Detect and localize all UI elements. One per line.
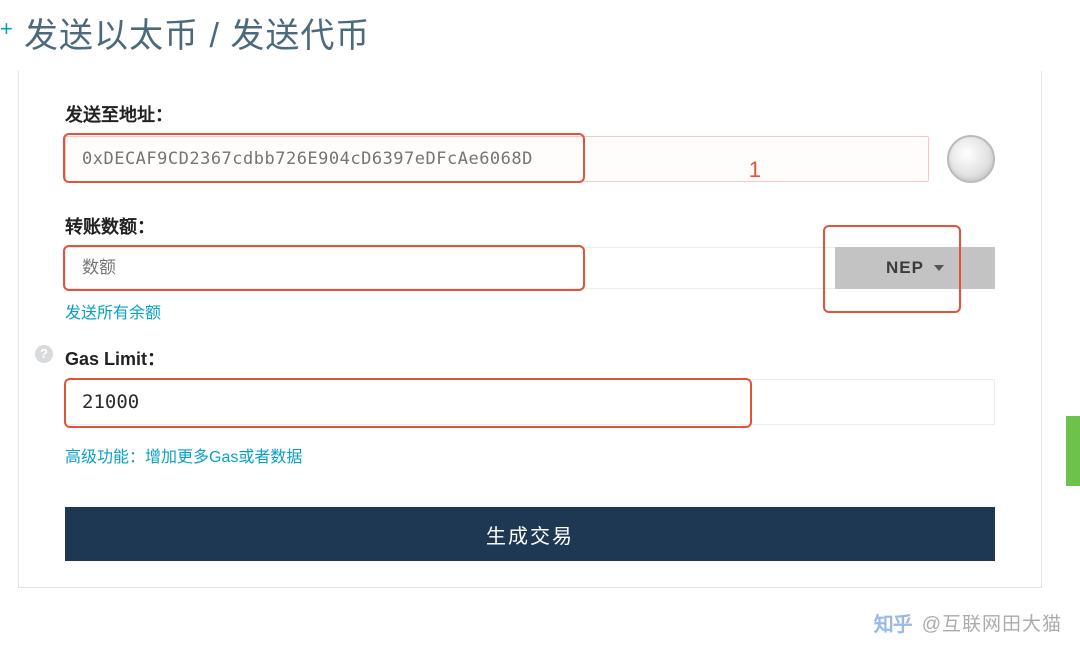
identicon-avatar [947,135,995,183]
currency-dropdown[interactable]: NEP [835,247,995,289]
address-field: 发送至地址： 1 [65,101,995,183]
advanced-gas-link[interactable]: 高级功能：增加更多Gas或者数据 [65,443,302,467]
gas-limit-input[interactable] [66,380,994,424]
watermark-author: @互联网田大猫 [922,609,1062,636]
address-input[interactable] [66,137,928,181]
side-accent [1066,416,1080,486]
address-label: 发送至地址： [65,101,995,127]
watermark: 知乎 @互联网田大猫 [874,608,1062,637]
amount-field: 转账数额： NEP 发送所有余额 [65,213,995,323]
page-title: 发送以太币 / 发送代币 [0,0,1080,71]
amount-input[interactable] [66,248,835,288]
amount-label: 转账数额： [65,213,995,239]
annotation-marker: 1 [749,157,761,183]
currency-label: NEP [886,258,924,278]
help-icon[interactable]: ? [35,345,53,363]
gas-label: Gas Limit： [65,345,995,371]
send-panel: 发送至地址： 1 转账数额： NEP 发送所有余额 ? Gas Lim [18,71,1042,588]
chevron-down-icon [934,265,944,271]
zhihu-logo: 知乎 [874,608,912,637]
gas-field: ? Gas Limit： 高级功能：增加更多Gas或者数据 [65,345,995,467]
generate-transaction-button[interactable]: 生成交易 [65,507,995,561]
send-all-link[interactable]: 发送所有余额 [65,299,161,323]
plus-icon: + [0,16,13,42]
